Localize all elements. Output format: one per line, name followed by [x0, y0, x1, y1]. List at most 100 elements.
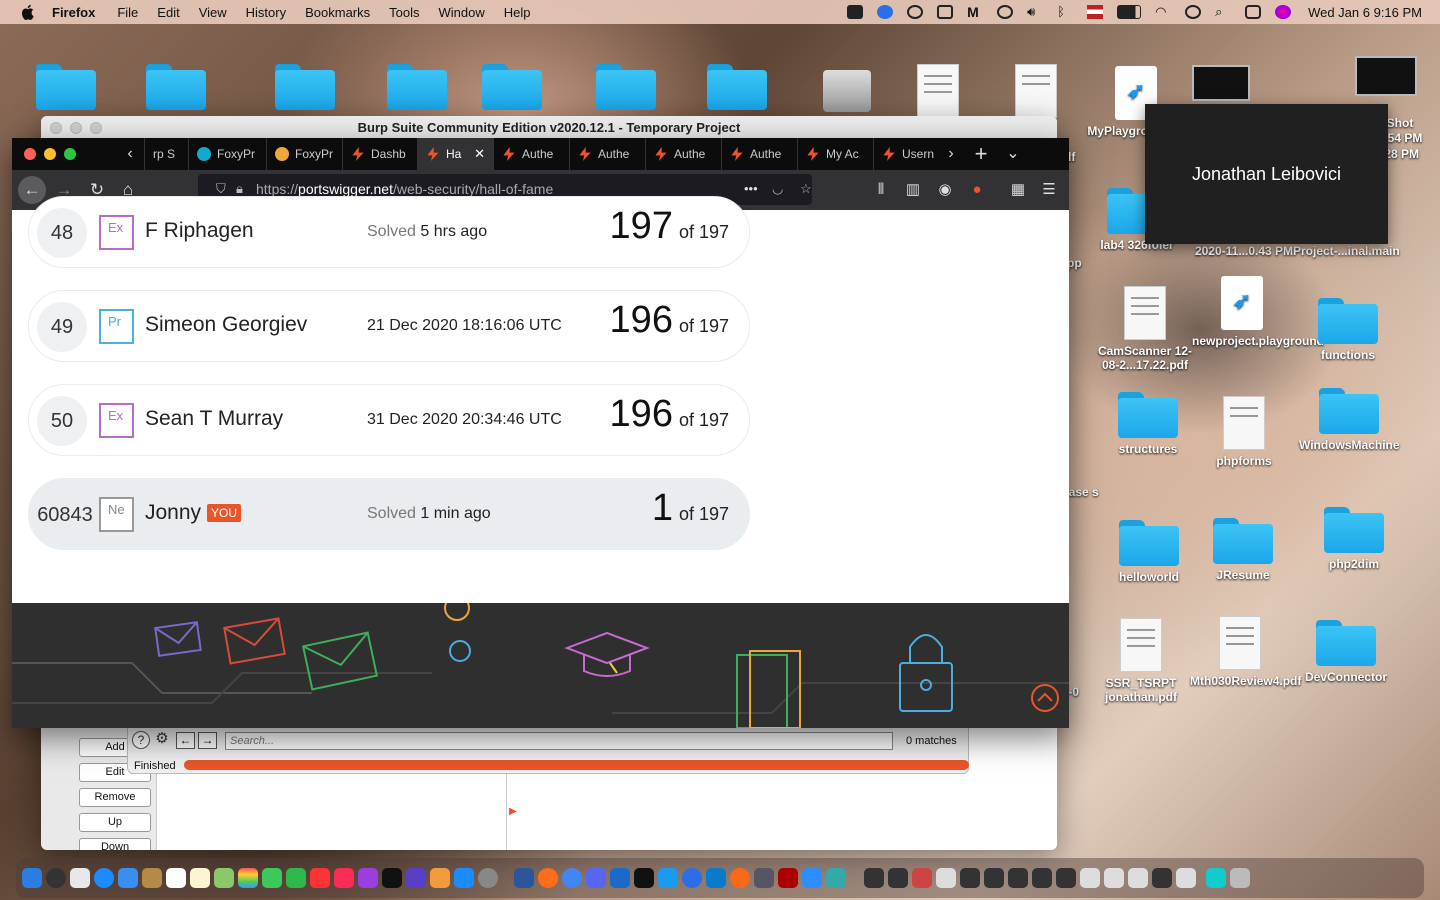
- menu-history[interactable]: History: [246, 5, 286, 20]
- messenger-icon[interactable]: [877, 5, 894, 19]
- desktop-folder[interactable]: [367, 64, 467, 114]
- notes-icon[interactable]: [190, 868, 210, 888]
- volume-icon[interactable]: 🔊︎: [1027, 5, 1043, 19]
- tab-scroll-right-icon[interactable]: ›: [937, 138, 965, 170]
- photos-icon[interactable]: [238, 868, 258, 888]
- swift-icon[interactable]: [658, 868, 678, 888]
- creative-cloud-icon[interactable]: [907, 5, 924, 19]
- desktop-item-phpforms[interactable]: phpforms: [1194, 396, 1294, 468]
- wifi-icon[interactable]: ◠: [1155, 5, 1171, 19]
- minimized-window[interactable]: [1176, 868, 1196, 888]
- menu-app-firefox[interactable]: Firefox: [52, 5, 95, 20]
- minimized-window[interactable]: [1104, 868, 1124, 888]
- pocket-icon[interactable]: ◡: [772, 182, 786, 196]
- facetime-icon[interactable]: [286, 868, 306, 888]
- safari-icon[interactable]: [94, 868, 114, 888]
- remove-button[interactable]: Remove: [79, 788, 151, 807]
- calendar-icon[interactable]: [166, 868, 186, 888]
- minimized-window[interactable]: [888, 868, 908, 888]
- minimized-window[interactable]: [1152, 868, 1172, 888]
- menu-help[interactable]: Help: [504, 5, 531, 20]
- tab-3[interactable]: Dashb: [342, 138, 417, 170]
- splitter-arrow-icon[interactable]: ▶: [509, 806, 517, 817]
- screenshot-thumbnail[interactable]: [1355, 56, 1417, 96]
- trash-icon[interactable]: [1230, 868, 1250, 888]
- search-input[interactable]: [225, 732, 893, 750]
- desktop-item-newproject[interactable]: ➶ newproject.playground: [1192, 276, 1324, 348]
- menu-tools[interactable]: Tools: [389, 5, 419, 20]
- disk-utility-icon[interactable]: [754, 868, 774, 888]
- imovie-icon[interactable]: [406, 868, 426, 888]
- desktop-document[interactable]: [986, 64, 1086, 122]
- tab-10[interactable]: Usern: [873, 138, 937, 170]
- desktop-item-mth030[interactable]: Mth030Review4.pdf: [1190, 616, 1301, 688]
- minimized-window[interactable]: [936, 868, 956, 888]
- tab-8[interactable]: Authe: [721, 138, 797, 170]
- screenshot-thumbnail[interactable]: [1192, 65, 1250, 101]
- launchpad-icon[interactable]: [70, 868, 90, 888]
- close-button[interactable]: [50, 122, 62, 134]
- user-icon[interactable]: [1185, 5, 1202, 19]
- close-tab-icon[interactable]: ✕: [474, 146, 485, 162]
- desktop-folder[interactable]: [126, 64, 226, 114]
- arrow-right-icon[interactable]: →: [198, 732, 217, 749]
- control-center-icon[interactable]: [1245, 5, 1262, 19]
- minimize-button[interactable]: [70, 122, 82, 134]
- battery-icon[interactable]: [1117, 5, 1142, 19]
- desktop-folder[interactable]: [255, 64, 355, 114]
- desktop-item-functions[interactable]: functions: [1298, 298, 1398, 362]
- music-icon[interactable]: [334, 868, 354, 888]
- m-app-icon[interactable]: M: [967, 5, 983, 19]
- desktop-folder[interactable]: [576, 64, 676, 114]
- close-button[interactable]: [24, 148, 36, 160]
- tab-4[interactable]: Ha ✕: [417, 138, 493, 170]
- minimized-window[interactable]: [912, 868, 932, 888]
- shield-icon[interactable]: ⛉: [216, 182, 230, 196]
- mail-icon[interactable]: [118, 868, 138, 888]
- menu-bookmarks[interactable]: Bookmarks: [305, 5, 370, 20]
- back-button[interactable]: ←: [18, 176, 46, 204]
- discord-icon[interactable]: [586, 868, 606, 888]
- tab-7[interactable]: Authe: [645, 138, 721, 170]
- tab-1[interactable]: FoxyPr: [188, 138, 266, 170]
- clipboard-icon[interactable]: [937, 5, 954, 19]
- menu-window[interactable]: Window: [439, 5, 485, 20]
- sidebar-icon[interactable]: ▥: [904, 181, 922, 199]
- burp-suite-icon[interactable]: [826, 868, 846, 888]
- library-icon[interactable]: ⫴: [872, 181, 890, 199]
- siri-icon[interactable]: [1275, 5, 1292, 19]
- minimized-window[interactable]: [864, 868, 884, 888]
- postman-icon[interactable]: [730, 868, 750, 888]
- podcasts-icon[interactable]: [358, 868, 378, 888]
- appletv-icon[interactable]: [382, 868, 402, 888]
- bookmark-star-icon[interactable]: ☆: [800, 182, 814, 196]
- gear-icon[interactable]: ⚙: [153, 731, 171, 749]
- chrome-icon[interactable]: [562, 868, 582, 888]
- minimized-window[interactable]: [1008, 868, 1028, 888]
- tab-0[interactable]: rp S: [144, 138, 188, 170]
- up-button[interactable]: Up: [79, 813, 151, 832]
- desktop-item-windowsmachine[interactable]: WindowsMachine: [1299, 388, 1400, 452]
- desktop-folder[interactable]: [16, 64, 116, 114]
- tab-2[interactable]: FoxyPr: [266, 138, 342, 170]
- desktop-item-structures[interactable]: structures: [1098, 392, 1198, 456]
- books-icon[interactable]: [430, 868, 450, 888]
- terminal-icon[interactable]: [634, 868, 654, 888]
- maps-icon[interactable]: [214, 868, 234, 888]
- filezilla-icon[interactable]: [778, 868, 798, 888]
- desktop-item-screenshot-2[interactable]: Project-...inal.main: [1293, 244, 1400, 258]
- arrow-left-icon[interactable]: ←: [176, 732, 195, 749]
- search-icon[interactable]: ⌕: [1215, 5, 1231, 19]
- account-icon[interactable]: ◉: [936, 181, 954, 199]
- system-preferences-icon[interactable]: [478, 868, 498, 888]
- siri-icon[interactable]: [46, 868, 66, 888]
- menu-edit[interactable]: Edit: [157, 5, 179, 20]
- lock-icon[interactable]: 🔒︎: [236, 182, 250, 196]
- zoom-button[interactable]: [90, 122, 102, 134]
- messenger-icon[interactable]: [682, 868, 702, 888]
- downloads-icon[interactable]: [1206, 868, 1226, 888]
- menubar-clock[interactable]: Wed Jan 6 9:16 PM: [1308, 5, 1422, 20]
- zoom-button[interactable]: [64, 148, 76, 160]
- tab-9[interactable]: My Ac: [797, 138, 873, 170]
- vscode-icon[interactable]: [706, 868, 726, 888]
